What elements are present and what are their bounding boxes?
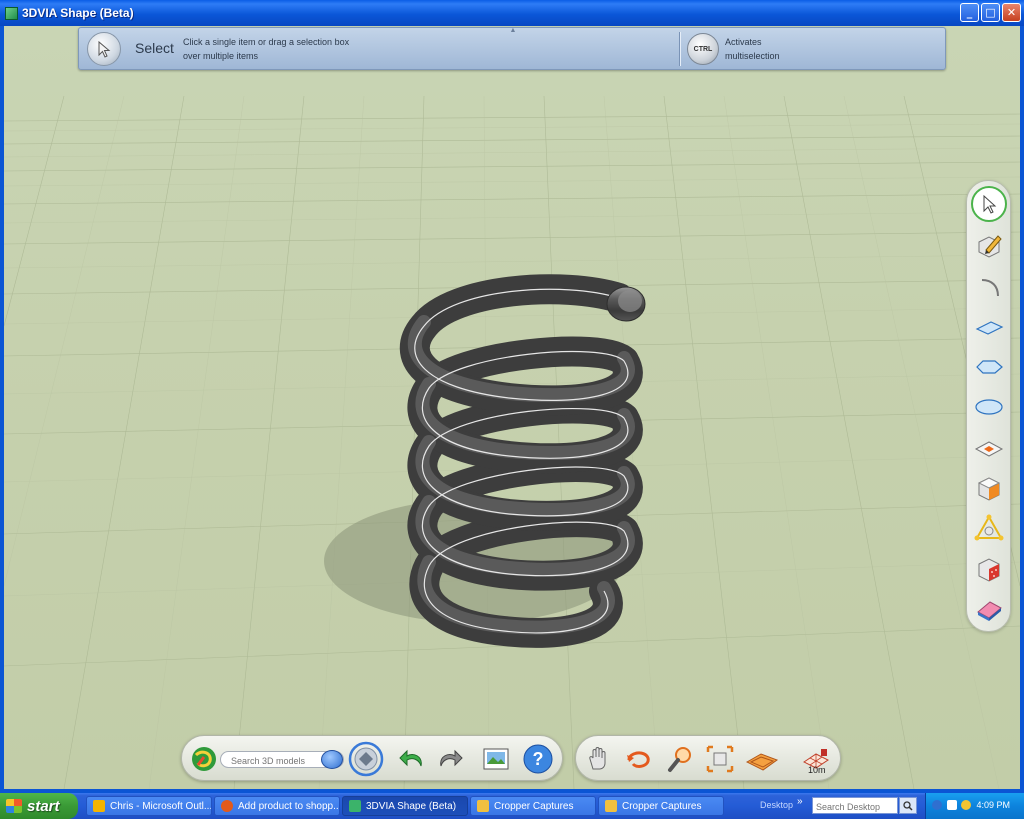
eraser-icon	[977, 601, 1002, 621]
hint-separator	[679, 32, 681, 66]
arc-tool-button[interactable]	[971, 269, 1007, 305]
folder-icon	[605, 800, 617, 812]
windows-flag-icon	[6, 799, 22, 813]
tray-messenger-icon[interactable]	[961, 800, 971, 810]
polygon-tool-button[interactable]	[971, 349, 1007, 385]
arc-icon	[981, 279, 999, 297]
rectangle-icon	[975, 321, 1004, 335]
select-arrow-icon	[87, 32, 121, 66]
ctrl-key-description: Activates multiselection	[725, 37, 780, 61]
ellipse-icon	[975, 399, 1003, 415]
material-tool-button[interactable]	[971, 551, 1007, 587]
outlook-icon	[93, 800, 105, 812]
3dvia-logo-icon	[192, 747, 216, 771]
taskbar-item-cropper-2[interactable]: Cropper Captures	[598, 796, 724, 816]
close-button[interactable]: ✕	[1002, 3, 1021, 22]
push-pull-icon	[977, 477, 1001, 501]
ground-grid	[4, 95, 1020, 789]
tray-plus-icon[interactable]	[947, 800, 957, 810]
taskbar-item-browser[interactable]: Add product to shopp...	[214, 796, 340, 816]
draw-tool-button[interactable]	[971, 227, 1007, 263]
window-title-bar[interactable]: 3DVIA Shape (Beta) _ □ ✕	[0, 0, 1024, 26]
svg-text:?: ?	[533, 749, 544, 769]
zoom-button[interactable]	[662, 741, 698, 777]
zoom-magnifier-icon	[668, 747, 691, 772]
pan-button[interactable]	[580, 741, 616, 777]
spring-model[interactable]	[324, 274, 646, 648]
zoom-extents-button[interactable]	[702, 741, 738, 777]
redo-icon	[440, 749, 463, 767]
3d-viewport[interactable]	[4, 26, 1020, 789]
paint-face-icon	[974, 441, 1004, 457]
material-icon	[978, 558, 1000, 582]
undo-icon	[399, 749, 422, 767]
desktop-search-input[interactable]	[812, 797, 898, 814]
taskbar-item-cropper-1[interactable]: Cropper Captures	[470, 796, 596, 816]
3dvia-app-icon	[349, 800, 361, 812]
taskbar-item-3dvia[interactable]: 3DVIA Shape (Beta)	[342, 796, 468, 816]
view-mode-button[interactable]	[744, 741, 780, 777]
tool-hint-panel: ▲ Select Click a single item or drag a s…	[78, 27, 946, 70]
minimize-button[interactable]: _	[960, 3, 979, 22]
active-tool-name: Select	[135, 40, 174, 56]
desktop-toolbar-label[interactable]: Desktop	[760, 800, 793, 810]
3dvia-logo-button[interactable]	[186, 741, 222, 777]
system-tray: 4:09 PM	[925, 793, 1024, 819]
orbit-icon	[627, 751, 650, 768]
floor-view-icon	[745, 753, 779, 771]
navigation-wheel-button[interactable]	[348, 741, 384, 777]
polygon-icon	[976, 360, 1003, 374]
collapse-hint-button[interactable]: ▲	[503, 27, 523, 34]
pencil-cube-icon	[978, 235, 1002, 258]
eraser-tool-button[interactable]	[971, 591, 1007, 627]
help-icon: ?	[523, 744, 553, 774]
window-title: 3DVIA Shape (Beta)	[22, 6, 134, 20]
redo-button[interactable]	[432, 741, 468, 777]
taskbar-clock[interactable]: 4:09 PM	[976, 800, 1010, 810]
rectangle-tool-button[interactable]	[971, 310, 1007, 346]
active-tool-description: Click a single item or drag a selection …	[183, 37, 350, 61]
ellipse-tool-button[interactable]	[971, 389, 1007, 425]
toolbar-chevron[interactable]: »	[797, 796, 803, 807]
search-icon[interactable]	[899, 797, 917, 814]
photo-icon	[483, 748, 509, 770]
move-icon	[974, 514, 1004, 541]
taskbar-item-outlook[interactable]: Chris - Microsoft Outl...	[86, 796, 212, 816]
folder-icon	[477, 800, 489, 812]
paint-face-tool-button[interactable]	[971, 430, 1007, 466]
tray-back-icon[interactable]	[932, 800, 942, 810]
maximize-button[interactable]: □	[981, 3, 1000, 22]
right-tool-palette	[966, 180, 1011, 632]
start-button[interactable]: start	[0, 793, 78, 819]
bottom-left-toolbar: ?	[181, 735, 563, 781]
window-frame-right	[1020, 26, 1024, 793]
navigation-wheel-icon	[348, 741, 384, 777]
app-icon	[5, 6, 18, 20]
ctrl-key-icon: CTRL	[687, 33, 719, 65]
select-tool-button[interactable]	[971, 186, 1007, 222]
zoom-extents-icon	[706, 745, 734, 773]
bottom-right-toolbar: 10m	[575, 735, 841, 781]
capture-image-button[interactable]	[478, 741, 514, 777]
hand-pan-icon	[589, 747, 606, 770]
move-tool-button[interactable]	[971, 511, 1007, 547]
undo-button[interactable]	[394, 741, 430, 777]
search-icon[interactable]	[321, 750, 343, 769]
firefox-icon	[221, 800, 233, 812]
grid-scale-label: 10m	[808, 765, 826, 775]
push-pull-tool-button[interactable]	[971, 470, 1007, 506]
orbit-button[interactable]	[620, 741, 656, 777]
select-arrow-icon	[983, 194, 997, 214]
help-button[interactable]: ?	[520, 741, 556, 777]
windows-taskbar: start Chris - Microsoft Outl... Add prod…	[0, 793, 1024, 819]
